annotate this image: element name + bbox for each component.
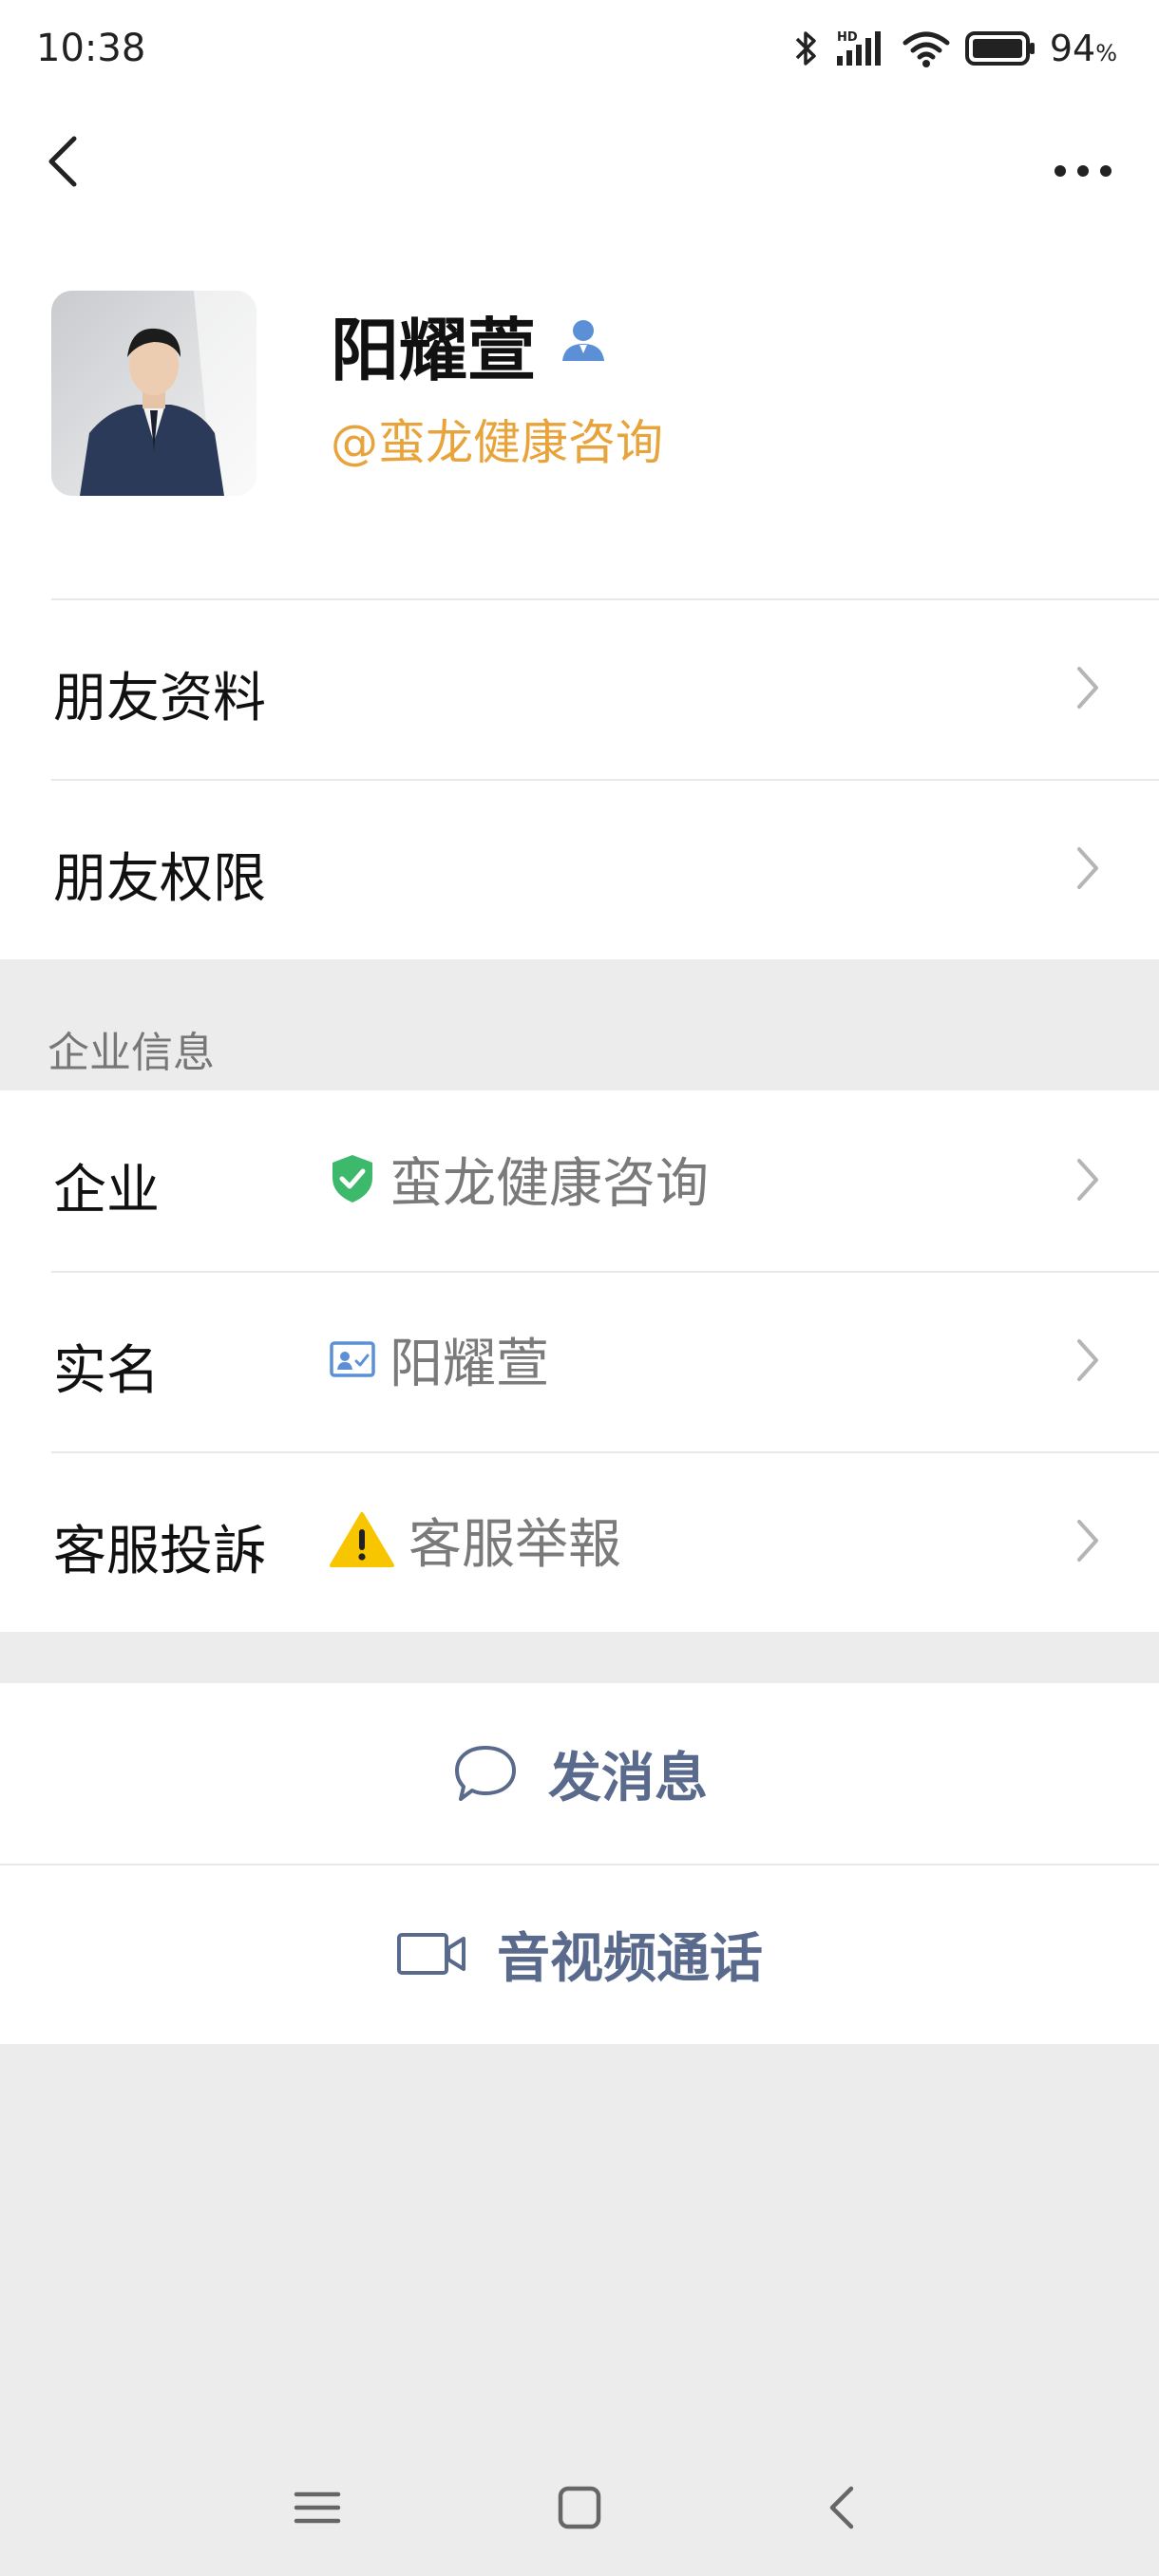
section-title: 企业信息 xyxy=(48,1029,215,1077)
chevron-right-icon xyxy=(1077,1159,1098,1201)
menu-icon[interactable] xyxy=(291,2483,344,2532)
profile-header: 阳耀萱 @蛮龙健康咨询 xyxy=(0,285,1159,503)
profile-org: @蛮龙健康咨询 xyxy=(331,415,663,470)
friend-profile-row[interactable]: 朋友资料 xyxy=(0,598,1159,779)
shield-check-icon xyxy=(332,1155,372,1203)
complaint-text: 客服举報 xyxy=(408,1513,621,1576)
svg-text:HD: HD xyxy=(837,30,858,45)
battery-percent: 94% xyxy=(1049,28,1117,69)
friend-permissions-row[interactable]: 朋友权限 xyxy=(0,779,1159,959)
chat-bubble-icon xyxy=(455,1746,516,1801)
company-name: 蛮龙健康咨询 xyxy=(390,1152,709,1215)
chevron-right-icon xyxy=(1077,1520,1098,1562)
signal-icon: HD xyxy=(836,30,881,66)
system-nav-bar xyxy=(0,2441,1159,2576)
chevron-right-icon xyxy=(1077,847,1098,889)
send-message-label: 发消息 xyxy=(548,1747,708,1809)
complaint-row[interactable]: 客服投訴 客服举報 xyxy=(0,1451,1159,1632)
divider xyxy=(51,598,1159,600)
warning-icon xyxy=(330,1512,394,1567)
status-bar: 10:38 HD 94% xyxy=(0,0,1159,95)
realname-value: 阳耀萱 xyxy=(329,1326,549,1395)
home-icon[interactable] xyxy=(553,2483,606,2532)
status-icons: HD 94% xyxy=(791,23,1117,74)
id-card-icon xyxy=(330,1341,375,1377)
friend-profile-label: 朋友资料 xyxy=(53,668,266,729)
status-time: 10:38 xyxy=(36,27,146,70)
complaint-label: 客服投訴 xyxy=(53,1521,266,1582)
divider xyxy=(0,1864,1159,1866)
complaint-value: 客服举報 xyxy=(329,1506,621,1576)
enterprise-info-header: 企业信息 xyxy=(0,959,1159,1090)
more-icon[interactable] xyxy=(1045,123,1121,199)
divider xyxy=(51,1451,1159,1453)
person-icon xyxy=(562,320,604,361)
battery-icon xyxy=(964,31,1035,66)
company-row[interactable]: 企业 蛮龙健康咨询 xyxy=(0,1090,1159,1271)
friend-permissions-label: 朋友权限 xyxy=(53,848,266,910)
company-value: 蛮龙健康咨询 xyxy=(329,1146,709,1215)
back-nav-icon[interactable] xyxy=(817,2483,870,2532)
chevron-right-icon xyxy=(1077,1339,1098,1381)
bluetooth-icon xyxy=(795,31,816,66)
profile-name: 阳耀萱 xyxy=(331,311,537,390)
realname-row[interactable]: 实名 阳耀萱 xyxy=(0,1271,1159,1451)
send-message-button[interactable]: 发消息 xyxy=(0,1683,1159,1864)
video-camera-icon xyxy=(397,1933,466,1975)
avatar[interactable] xyxy=(51,291,256,496)
divider xyxy=(51,779,1159,781)
av-call-label: 音视频通话 xyxy=(497,1927,763,1990)
realname-name: 阳耀萱 xyxy=(390,1333,549,1395)
back-arrow-icon[interactable] xyxy=(38,123,95,199)
av-call-button[interactable]: 音视频通话 xyxy=(0,1864,1159,2044)
divider xyxy=(51,1271,1159,1273)
chevron-right-icon xyxy=(1077,667,1098,709)
top-nav xyxy=(0,114,1159,209)
company-label: 企业 xyxy=(53,1160,160,1222)
realname-label: 实名 xyxy=(53,1340,160,1402)
wifi-icon xyxy=(902,31,950,67)
